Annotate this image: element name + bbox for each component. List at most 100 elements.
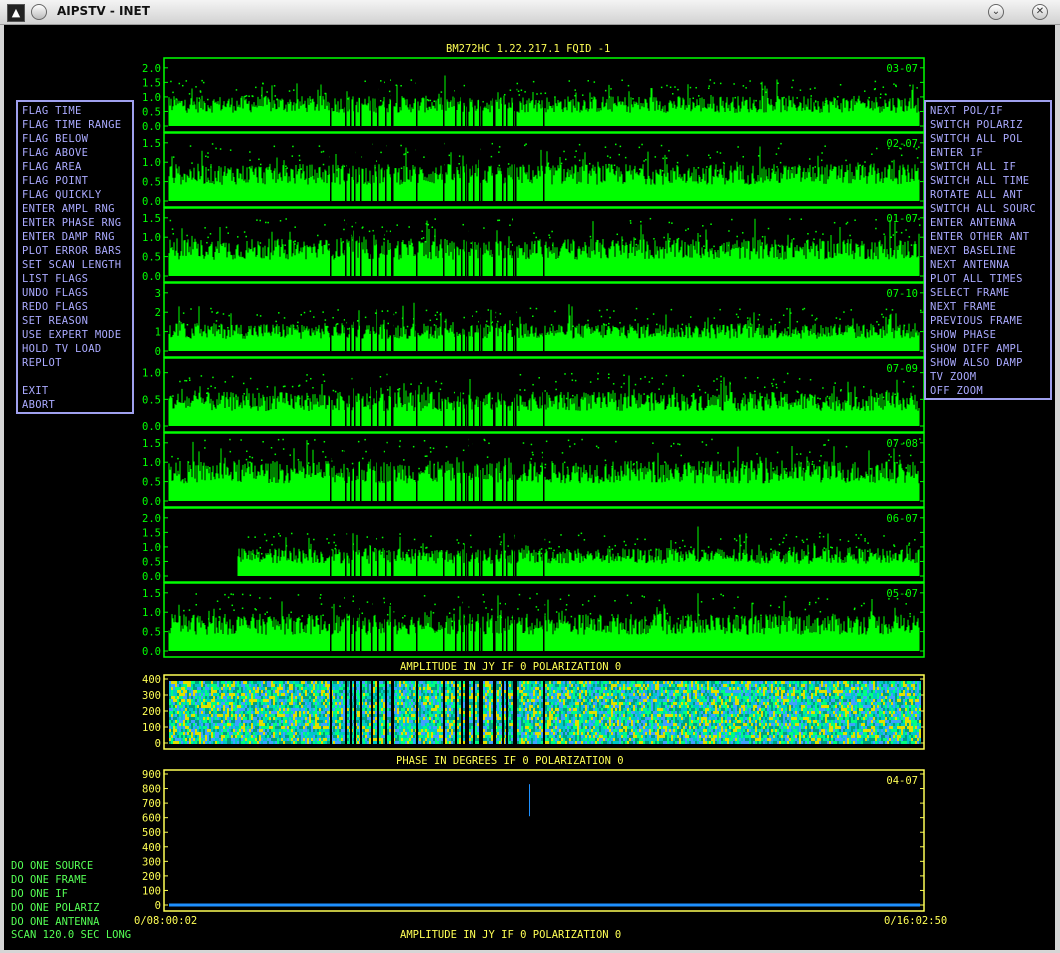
y-tick-label: 900 bbox=[142, 769, 161, 781]
panel-04-07-phase: 010020030040004-07 bbox=[142, 674, 925, 750]
menu-item-next-pol-if[interactable]: NEXT POL/IF bbox=[930, 104, 1046, 118]
y-tick-label: 200 bbox=[142, 706, 161, 718]
y-tick-label: 0.0 bbox=[142, 421, 161, 433]
menu-item-redo-flags[interactable]: REDO FLAGS bbox=[22, 300, 128, 314]
menu-item-plot-error-bars[interactable]: PLOT ERROR BARS bbox=[22, 244, 128, 258]
menu-item-enter-antenna[interactable]: ENTER ANTENNA bbox=[930, 216, 1046, 230]
minimize-button[interactable]: ⌄ bbox=[988, 4, 1004, 20]
window-menu-button[interactable] bbox=[31, 4, 47, 20]
menu-item-next-antenna[interactable]: NEXT ANTENNA bbox=[930, 258, 1046, 272]
menu-item-hold-tv-load[interactable]: HOLD TV LOAD bbox=[22, 342, 128, 356]
menu-item-switch-all-if[interactable]: SWITCH ALL IF bbox=[930, 160, 1046, 174]
menu-item-set-scan-length[interactable]: SET SCAN LENGTH bbox=[22, 258, 128, 272]
menu-item-enter-other-ant[interactable]: ENTER OTHER ANT bbox=[930, 230, 1046, 244]
plot-canvas[interactable]: 0.00.51.01.52.0 03-070.00.51.01.5 02-070.0… bbox=[4, 25, 1055, 950]
menu-item-previous-frame[interactable]: PREVIOUS FRAME bbox=[930, 314, 1046, 328]
time-start-label: 0/08:00:02 bbox=[134, 915, 198, 927]
menu-item-do-one-source[interactable]: DO ONE SOURCE bbox=[11, 859, 93, 873]
menu-item-abort[interactable]: ABORT bbox=[22, 398, 128, 412]
menu-item-do-one-if[interactable]: DO ONE IF bbox=[11, 887, 68, 901]
panel-03-07: 0.0 0.5 1.0 1.5 2.0 03-07 bbox=[142, 57, 925, 133]
y-tick-label: 2.0 bbox=[142, 63, 161, 75]
panel-01-07: 0.0 0.5 1.0 1.5 01-07 bbox=[142, 207, 925, 283]
y-tick-label: 1 bbox=[155, 327, 161, 339]
baseline-label: 06-07 bbox=[886, 513, 918, 525]
menu-item-next-frame[interactable]: NEXT FRAME bbox=[930, 300, 1046, 314]
menu-item-flag-above[interactable]: FLAG ABOVE bbox=[22, 146, 128, 160]
menu-item-do-one-polariz[interactable]: DO ONE POLARIZ bbox=[11, 901, 100, 915]
time-end-label: 0/16:02:50 bbox=[884, 915, 948, 927]
menu-item-switch-all-pol[interactable]: SWITCH ALL POL bbox=[930, 132, 1046, 146]
menu-item-flag-time[interactable]: FLAG TIME bbox=[22, 104, 128, 118]
menu-item-next-baseline[interactable]: NEXT BASELINE bbox=[930, 244, 1046, 258]
data-trace bbox=[169, 903, 920, 907]
menu-item-show-diff-ampl[interactable]: SHOW DIFF AMPL bbox=[930, 342, 1046, 356]
scan-length-text: SCAN 120.0 SEC LONG bbox=[11, 929, 132, 941]
menu-item-show-phase[interactable]: SHOW PHASE bbox=[930, 328, 1046, 342]
y-tick-label: 1.0 bbox=[142, 92, 161, 104]
menu-item-flag-point[interactable]: FLAG POINT bbox=[22, 174, 128, 188]
menu-item-list-flags[interactable]: LIST FLAGS bbox=[22, 272, 128, 286]
bottom-caption: AMPLITUDE IN JY IF 0 POLARIZATION 0 bbox=[400, 929, 622, 941]
menu-item-set-reason[interactable]: SET REASON bbox=[22, 314, 128, 328]
menu-item-select-frame[interactable]: SELECT FRAME bbox=[930, 286, 1046, 300]
menu-item-enter-ampl-rng[interactable]: ENTER AMPL RNG bbox=[22, 202, 128, 216]
menu-item-undo-flags[interactable]: UNDO FLAGS bbox=[22, 286, 128, 300]
y-tick-label: 300 bbox=[142, 690, 161, 702]
y-tick-label: 1.5 bbox=[142, 213, 161, 225]
y-tick-label: 0.5 bbox=[142, 627, 161, 639]
menu-item-enter-if[interactable]: ENTER IF bbox=[930, 146, 1046, 160]
menu-item-flag-area[interactable]: FLAG AREA bbox=[22, 160, 128, 174]
menu-item-plot-all-times[interactable]: PLOT ALL TIMES bbox=[930, 272, 1046, 286]
menu-item-exit[interactable]: EXIT bbox=[22, 384, 128, 398]
y-tick-label: 400 bbox=[142, 842, 161, 854]
menu-item-replot[interactable]: REPLOT bbox=[22, 356, 128, 370]
menu-item-switch-polariz[interactable]: SWITCH POLARIZ bbox=[930, 118, 1046, 132]
y-tick-label: 0.0 bbox=[142, 646, 161, 658]
menu-item-flag-below[interactable]: FLAG BELOW bbox=[22, 132, 128, 146]
y-tick-label: 1.0 bbox=[142, 457, 161, 469]
y-tick-label: 2.0 bbox=[142, 513, 161, 525]
y-tick-label: 700 bbox=[142, 798, 161, 810]
menu-item-show-also-damp[interactable]: SHOW ALSO DAMP bbox=[930, 356, 1046, 370]
panel-05-07: 0.0 0.5 1.0 1.5 05-07 bbox=[142, 582, 925, 658]
menu-item-rotate-all-ant[interactable]: ROTATE ALL ANT bbox=[930, 188, 1046, 202]
panel-07-08: 0.0 0.5 1.0 1.5 07-08 bbox=[142, 432, 925, 508]
baseline-label: 07-09 bbox=[886, 363, 918, 375]
menu-item-do-one-frame[interactable]: DO ONE FRAME bbox=[11, 873, 87, 887]
menu-item-do-one-antenna[interactable]: DO ONE ANTENNA bbox=[11, 915, 100, 929]
menu-item-use-expert-mode[interactable]: USE EXPERT MODE bbox=[22, 328, 128, 342]
baseline-label: 01-07 bbox=[886, 213, 918, 225]
menu-item-off-zoom[interactable]: OFF ZOOM bbox=[930, 384, 1046, 398]
baseline-label: 05-07 bbox=[886, 588, 918, 600]
menu-item-flag-quickly[interactable]: FLAG QUICKLY bbox=[22, 188, 128, 202]
y-tick-label: 800 bbox=[142, 784, 161, 796]
y-tick-label: 1.0 bbox=[142, 232, 161, 244]
phase-caption: PHASE IN DEGREES IF 0 POLARIZATION 0 bbox=[396, 755, 624, 767]
panel-frame bbox=[163, 769, 925, 912]
menu-item-tv-zoom[interactable]: TV ZOOM bbox=[930, 370, 1046, 384]
menu-item-enter-phase-rng[interactable]: ENTER PHASE RNG bbox=[22, 216, 128, 230]
y-tick-label: 1.0 bbox=[142, 542, 161, 554]
close-button[interactable]: ✕ bbox=[1032, 4, 1048, 20]
amplitude-caption: AMPLITUDE IN JY IF 0 POLARIZATION 0 bbox=[400, 661, 622, 673]
amplitude-points bbox=[237, 526, 920, 576]
aips-app-icon[interactable]: ▲ bbox=[7, 4, 25, 22]
plot-header: BM272HC 1.22.217.1 FQID -1 bbox=[446, 43, 611, 55]
menu-item-flag-time-range[interactable]: FLAG TIME RANGE bbox=[22, 118, 128, 132]
menu-item-enter-damp-rng[interactable]: ENTER DAMP RNG bbox=[22, 230, 128, 244]
y-tick-label: 0.0 bbox=[142, 196, 161, 208]
baseline-label: 04-07 bbox=[886, 775, 918, 787]
y-tick-label: 100 bbox=[142, 885, 161, 897]
menu-item-switch-all-sourc[interactable]: SWITCH ALL SOURC bbox=[930, 202, 1046, 216]
baseline-label: 07-10 bbox=[886, 288, 918, 300]
tv-display[interactable]: 0.0 0.5 1.0 1.5 2.0 03-07 0.0 0.5 1.0 1.5 02-07 0.0… bbox=[4, 25, 1055, 950]
data-spike bbox=[529, 784, 530, 817]
menu-item-switch-all-time[interactable]: SWITCH ALL TIME bbox=[930, 174, 1046, 188]
baseline-label: 02-07 bbox=[886, 138, 918, 150]
y-tick-label: 1.5 bbox=[142, 138, 161, 150]
panel-04-07-bottom: 0 100 200 300 400 500 600 700 800 900 04-07 bbox=[142, 769, 925, 912]
y-tick-label: 0.0 bbox=[142, 271, 161, 283]
y-tick-label: 0.0 bbox=[142, 121, 161, 133]
panel-07-09: 0.0 0.5 1.0 07-09 bbox=[142, 357, 925, 433]
